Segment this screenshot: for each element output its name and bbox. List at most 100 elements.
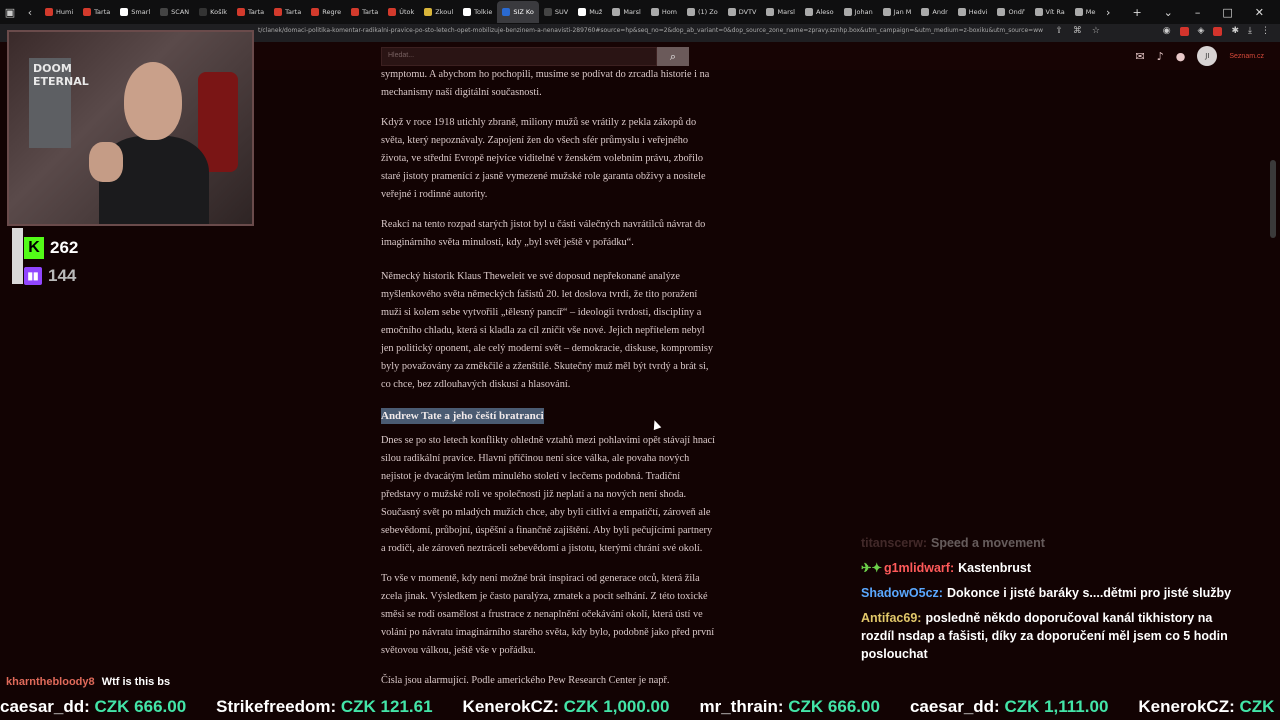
tab-label: SIZ Ko xyxy=(513,8,534,16)
tab-label: Tolkie xyxy=(474,8,493,16)
bookmark-star-icon[interactable]: ☆ xyxy=(1092,26,1100,36)
browser-tab[interactable]: Zkoul xyxy=(419,1,458,23)
browser-tab[interactable]: Muž xyxy=(573,1,607,23)
donation-amount: CZK 1,111.00 xyxy=(1004,697,1109,716)
tab-favicon-icon xyxy=(612,8,621,16)
tab-label: Andr xyxy=(932,8,948,16)
chat-username: ShadowO5cz: xyxy=(861,586,943,600)
browser-tab[interactable]: Marsl xyxy=(607,1,645,23)
browser-tab[interactable]: Hom xyxy=(646,1,682,23)
new-tab-icon[interactable]: + xyxy=(1132,6,1141,19)
donation-item: caesar_dd: CZK 666.00 xyxy=(0,697,186,720)
header-icons: ✉ ♪ ● JI Seznam.cz xyxy=(1136,46,1264,66)
browser-tab[interactable]: Marsl xyxy=(761,1,799,23)
search-button[interactable]: ⌕ xyxy=(657,47,689,66)
browser-tab[interactable]: Aleso xyxy=(800,1,839,23)
chat-message: ShadowO5cz: Dokonce i jisté baráky s....d… xyxy=(861,584,1241,602)
browser-tab[interactable]: Jan M xyxy=(878,1,917,23)
minimize-icon[interactable]: – xyxy=(1195,6,1201,19)
donation-item: KenerokCZ: CZK 1,000.00 xyxy=(463,697,670,720)
donation-item: caesar_dd: CZK 1,111.00 xyxy=(910,697,1108,720)
menu-icon[interactable]: ⋮ xyxy=(1261,26,1270,36)
tab-label: Tarta xyxy=(248,8,265,16)
article-paragraph: To vše v momentě, kdy není možné brát in… xyxy=(381,573,715,656)
donation-amount: CZK 1,000.00 xyxy=(563,697,670,716)
brand-link[interactable]: Seznam.cz xyxy=(1229,53,1264,60)
browser-tab[interactable]: SIZ Ko xyxy=(497,1,539,23)
tab-label: Marsl xyxy=(777,8,795,16)
browser-tab[interactable]: Košík xyxy=(194,1,232,23)
kick-count: 262 xyxy=(50,238,79,257)
tab-favicon-icon xyxy=(804,8,813,16)
tab-favicon-icon xyxy=(727,8,736,16)
browser-tab[interactable]: Andr xyxy=(916,1,952,23)
browser-tab[interactable]: Tolkie xyxy=(458,1,497,23)
browser-tab[interactable]: Hedvi xyxy=(953,1,993,23)
browser-tab[interactable]: Johan xyxy=(839,1,878,23)
browser-tab[interactable]: (1) Zo xyxy=(682,1,723,23)
tab-overview-icon[interactable]: ▣ xyxy=(0,6,20,19)
search-icon: ⌕ xyxy=(669,49,677,63)
translate-icon[interactable]: ⌘ xyxy=(1073,26,1082,36)
extensions-puzzle-icon[interactable]: ✱ xyxy=(1231,26,1239,36)
extension-red-icon[interactable] xyxy=(1179,26,1189,36)
tab-favicon-icon xyxy=(882,8,891,16)
browser-tab[interactable]: Humi xyxy=(40,1,78,23)
tab-favicon-icon xyxy=(843,8,852,16)
browser-tab[interactable]: Tarta xyxy=(78,1,115,23)
share-icon[interactable]: ⇪ xyxy=(1055,26,1063,36)
window-controls: › + ⌄ – □ ✕ xyxy=(1096,0,1280,24)
download-icon[interactable]: ⤓ xyxy=(1248,26,1252,36)
tab-scroll-right-icon[interactable]: › xyxy=(1106,6,1110,19)
tab-search-icon[interactable]: ⌄ xyxy=(1164,6,1173,19)
chat-text: Wtf is this bs xyxy=(101,676,171,688)
viewer-stats: K 262 ▮▮ 144 xyxy=(24,234,78,290)
tab-scroll-left-icon[interactable]: ‹ xyxy=(20,6,40,19)
profile-icon[interactable]: ◉ xyxy=(1163,26,1171,36)
browser-tab[interactable]: DVTV xyxy=(723,1,762,23)
close-icon[interactable]: ✕ xyxy=(1255,6,1264,19)
browser-tab[interactable]: SUV xyxy=(539,1,573,23)
article-paragraph: Německý historik Klaus Theweleit ve své … xyxy=(381,271,713,390)
tab-favicon-icon xyxy=(351,8,360,16)
url-field[interactable]: t/clanek/domaci-politika-komentar-radika… xyxy=(258,27,1058,34)
bell-icon[interactable]: ♪ xyxy=(1157,50,1164,63)
browser-tab[interactable]: Ondř xyxy=(992,1,1029,23)
tab-label: Hom xyxy=(661,8,678,16)
maximize-icon[interactable]: □ xyxy=(1222,6,1232,19)
browser-tab[interactable]: Smarl xyxy=(115,1,155,23)
screen: ▣ ‹ Humi Tarta Smarl SCAN Košík Tarta Tarta Reg… xyxy=(0,0,1280,720)
browser-tab[interactable]: Tarta xyxy=(269,1,306,23)
page-scrollbar[interactable] xyxy=(1270,160,1276,238)
browser-tab[interactable]: SCAN xyxy=(155,1,194,23)
donation-amount: CZK 666.00 xyxy=(94,697,187,716)
twitch-icon: ▮▮ xyxy=(24,267,42,285)
browser-tab[interactable]: Vít Ra xyxy=(1030,1,1070,23)
chat-message: titanscerw: Speed a movement xyxy=(861,534,1241,552)
search-input[interactable]: Hledat... xyxy=(381,47,657,66)
donation-item: mr_thrain: CZK 666.00 xyxy=(699,697,879,720)
tab-favicon-icon xyxy=(424,8,433,16)
donor-name: KenerokCZ: xyxy=(462,697,564,716)
article-body: symptomu. A abychom ho pochopili, musíme… xyxy=(381,66,717,702)
tab-favicon-icon xyxy=(1074,8,1083,16)
browser-tab[interactable]: Regre xyxy=(306,1,346,23)
extension-icon[interactable]: ◈ xyxy=(1198,26,1205,36)
tab-favicon-icon xyxy=(766,8,775,16)
extension-red-2-icon[interactable] xyxy=(1213,26,1223,36)
mail-icon[interactable]: ✉ xyxy=(1136,50,1145,63)
browser-tab[interactable]: Tarta xyxy=(232,1,269,23)
tab-favicon-icon xyxy=(199,8,208,16)
chat-icon[interactable]: ● xyxy=(1176,50,1186,63)
avatar[interactable]: JI xyxy=(1197,46,1218,66)
tab-favicon-icon xyxy=(921,8,930,16)
tab-label: Tarta xyxy=(285,8,302,16)
chat-username: kharnthebloody8 xyxy=(6,676,95,688)
kick-icon: K xyxy=(24,237,44,259)
browser-tab[interactable]: Útok xyxy=(383,1,419,23)
browser-tab[interactable]: Tarta xyxy=(346,1,383,23)
tab-label: Zkoul xyxy=(435,8,454,16)
twitch-count: 144 xyxy=(48,266,77,285)
tab-label: Vít Ra xyxy=(1045,8,1065,16)
chat-message: ✈✦ g1mlidwarf: Kastenbrust xyxy=(861,559,1241,577)
